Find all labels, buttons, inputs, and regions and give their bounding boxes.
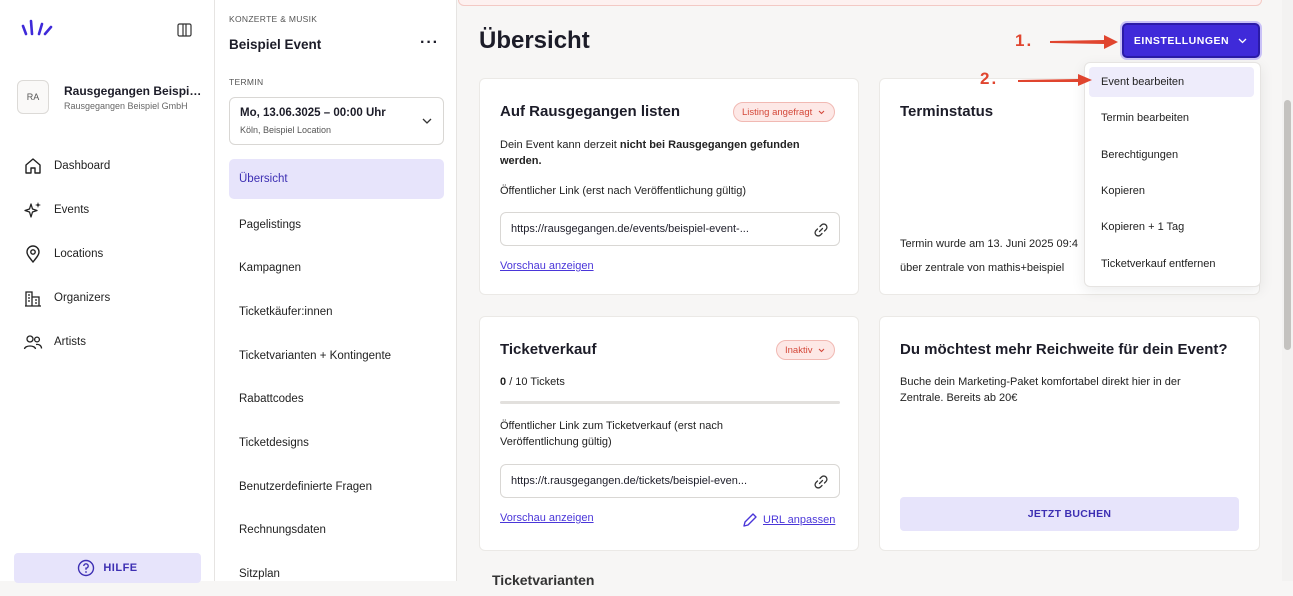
arrow-step-2 xyxy=(1018,74,1092,86)
scrollbar-thumb[interactable] xyxy=(1284,100,1291,350)
arrow-step-1 xyxy=(1050,35,1118,49)
annotation-arrows xyxy=(1018,35,1118,86)
page-scrollbar[interactable] xyxy=(1282,0,1293,581)
